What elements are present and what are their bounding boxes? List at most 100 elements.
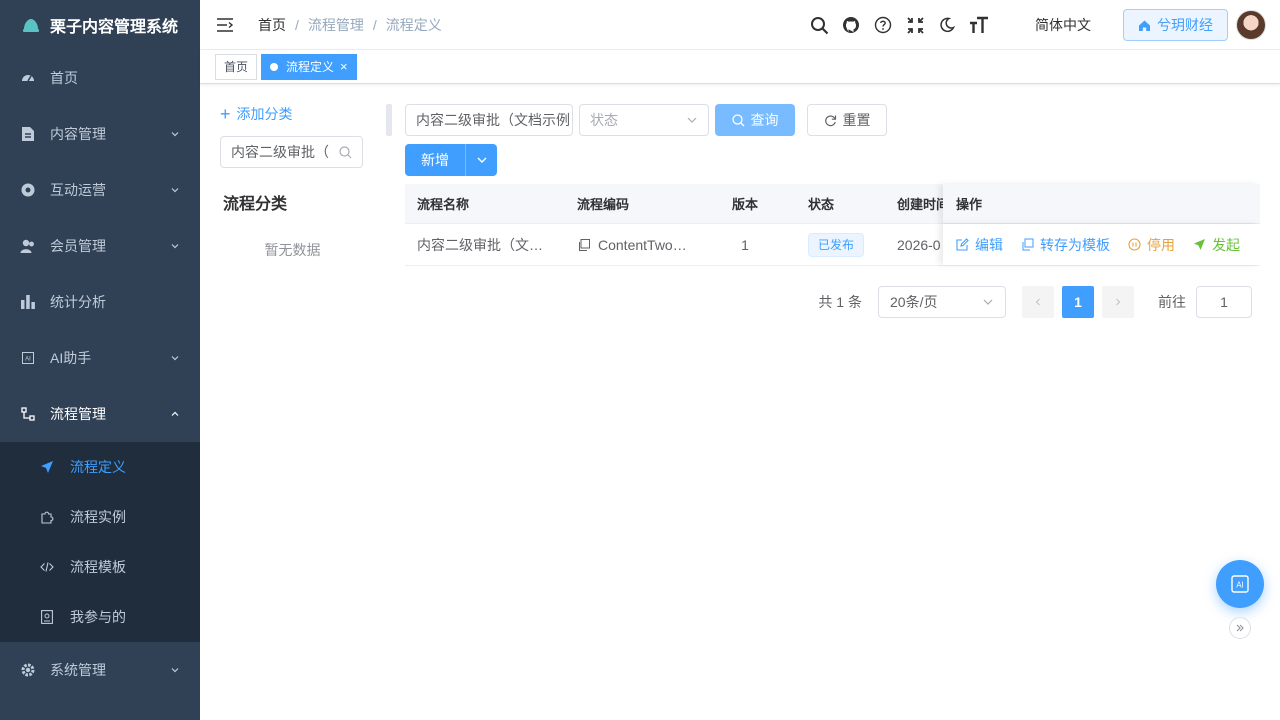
panel-splitter[interactable]	[386, 104, 392, 136]
chevron-down-icon	[983, 299, 993, 305]
close-icon[interactable]: ×	[340, 55, 348, 79]
pagination: 共 1 条 20条/页 1 前往 1	[818, 286, 1252, 318]
sidebar-item-ai[interactable]: AI AI助手	[0, 330, 200, 386]
table-row: 内容二级审批（文… ContentTwo… 1 已发布 2026-0 编辑 转存…	[405, 224, 1260, 266]
category-panel: + 添加分类 流程分类 暂无数据	[220, 100, 365, 260]
goto-page-input[interactable]: 1	[1196, 286, 1252, 318]
save-as-template-label: 转存为模板	[1040, 236, 1110, 253]
sidebar-item-label: 统计分析	[50, 294, 106, 310]
breadcrumb-separator: /	[295, 16, 299, 33]
plus-icon: +	[220, 103, 231, 124]
filter-bar: 内容二级审批（文档示例 状态 查询 重置	[405, 104, 887, 136]
cell-name: 内容二级审批（文…	[417, 236, 543, 253]
tag-home[interactable]: 首页	[215, 53, 258, 80]
tag-label: 流程定义	[286, 59, 335, 74]
send-icon	[1194, 239, 1205, 250]
start-button[interactable]: 发起	[1193, 235, 1240, 255]
disable-button[interactable]: 停用	[1128, 235, 1175, 255]
tenant-button[interactable]: 兮玥财经	[1123, 9, 1228, 41]
search-icon[interactable]	[809, 15, 829, 35]
ai-assistant-button[interactable]: AI	[1216, 560, 1264, 608]
chevron-right-icon	[1116, 298, 1121, 306]
sidebar-item-process-definition[interactable]: 流程定义	[0, 442, 200, 492]
gear-icon	[20, 662, 36, 678]
add-button[interactable]: 新增	[405, 144, 465, 176]
sidebar-item-process-instance[interactable]: 流程实例	[0, 492, 200, 542]
sidebar-item-home[interactable]: 首页	[0, 50, 200, 106]
ai-icon: AI	[20, 350, 36, 366]
reset-button[interactable]: 重置	[807, 104, 887, 136]
status-select[interactable]: 状态	[579, 104, 709, 136]
header-status: 状态	[808, 197, 835, 212]
double-chevron-right-icon	[1236, 624, 1244, 632]
language-switcher[interactable]: 简体中文	[1035, 15, 1091, 35]
cell-code-text: ContentTwo…	[598, 236, 687, 253]
category-title: 流程分类	[223, 196, 288, 213]
chevron-down-icon	[171, 356, 179, 361]
sidebar-item-my-participation[interactable]: 我参与的	[0, 592, 200, 642]
cell-status: 已发布	[808, 232, 865, 257]
bar-chart-icon	[20, 294, 36, 310]
sidebar-item-label: 互动运营	[50, 182, 106, 198]
sidebar-item-system[interactable]: 系统管理	[0, 642, 200, 698]
add-category-button[interactable]: + 添加分类	[220, 100, 365, 128]
fullscreen-icon[interactable]	[905, 15, 925, 35]
chevron-left-icon	[1035, 298, 1040, 306]
refresh-icon	[824, 114, 836, 126]
breadcrumb-current: 流程定义	[385, 16, 442, 33]
tags-view: 首页 流程定义 ×	[200, 50, 1280, 84]
save-as-template-button[interactable]: 转存为模板	[1021, 235, 1110, 255]
dark-mode-icon[interactable]	[937, 15, 957, 35]
breadcrumb-home[interactable]: 首页	[258, 15, 286, 35]
navbar-right-menu: 简体中文 兮玥财经	[803, 0, 1280, 50]
sidebar-item-process-template[interactable]: 流程模板	[0, 542, 200, 592]
chevron-down-icon	[171, 668, 179, 673]
dashboard-icon	[20, 70, 36, 86]
page-size-select[interactable]: 20条/页	[878, 286, 1006, 318]
target-icon	[20, 182, 36, 198]
chevron-up-icon	[171, 411, 179, 416]
breadcrumb-workflow: 流程管理	[307, 16, 364, 33]
next-page-button[interactable]	[1102, 286, 1134, 318]
collapse-button[interactable]	[1229, 617, 1251, 639]
sidebar-item-label: 我参与的	[70, 609, 126, 625]
sidebar-item-label: 首页	[50, 70, 78, 86]
page-number-button[interactable]: 1	[1062, 286, 1094, 318]
breadcrumb: 首页 / 流程管理 / 流程定义	[258, 15, 442, 35]
tag-label: 首页	[224, 59, 249, 74]
font-size-icon[interactable]	[969, 15, 989, 35]
sidebar-item-content[interactable]: 内容管理	[0, 106, 200, 162]
table-header: 流程名称 流程编码 版本 状态 创建时间 操作	[405, 184, 1260, 224]
sidebar-item-interaction[interactable]: 互动运营	[0, 162, 200, 218]
sidebar-item-workflow[interactable]: 流程管理	[0, 386, 200, 442]
sidebar-item-statistics[interactable]: 统计分析	[0, 274, 200, 330]
sidebar-item-label: 内容管理	[50, 126, 106, 142]
github-icon[interactable]	[841, 15, 861, 35]
edit-button[interactable]: 编辑	[956, 235, 1003, 255]
add-dropdown-button[interactable]	[465, 144, 497, 176]
puzzle-icon	[40, 510, 54, 524]
status-badge: 已发布	[808, 232, 865, 257]
hamburger-icon[interactable]	[216, 16, 234, 34]
category-search-input[interactable]	[231, 144, 331, 160]
app-logo[interactable]: 栗子内容管理系统	[0, 0, 200, 50]
category-empty-text: 暂无数据	[264, 242, 321, 258]
header-ops: 操作	[943, 184, 1260, 223]
goto-label: 前往	[1158, 294, 1186, 310]
breadcrumb-separator: /	[372, 16, 377, 33]
workflow-submenu: 流程定义 流程实例 流程模板 我参与的	[0, 442, 200, 642]
user-avatar[interactable]	[1236, 10, 1266, 40]
copy-icon[interactable]	[577, 238, 591, 252]
header-name: 流程名称	[417, 197, 470, 212]
start-label: 发起	[1212, 236, 1240, 253]
prev-page-button[interactable]	[1022, 286, 1054, 318]
help-icon[interactable]	[873, 15, 893, 35]
tag-process-definition[interactable]: 流程定义 ×	[261, 53, 357, 80]
cell-code: ContentTwo…	[577, 237, 687, 253]
process-name-input[interactable]: 内容二级审批（文档示例	[405, 104, 573, 136]
query-button[interactable]: 查询	[715, 104, 795, 136]
search-icon	[731, 113, 744, 126]
home-icon	[1139, 20, 1150, 31]
sidebar-item-label: AI助手	[50, 350, 92, 366]
sidebar-item-members[interactable]: 会员管理	[0, 218, 200, 274]
